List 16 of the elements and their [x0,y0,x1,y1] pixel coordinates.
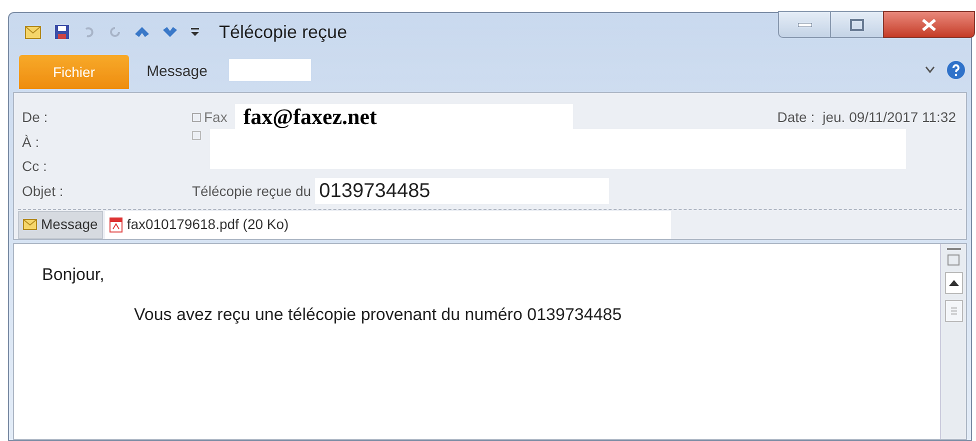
field-label: De : [22,108,49,126]
sender-name[interactable]: Fax [204,106,228,128]
ribbon-tab[interactable]: Message [129,55,225,89]
field-label: À : [22,132,40,152]
date-value: jeu. 09/11/2017 11:32 [822,108,956,127]
subject-text: Télécopie reçue du [192,182,312,201]
attachment-item[interactable]: fax010179618.pdf (20 Ko) [104,210,671,238]
sender-address[interactable]: fax@faxez.net [235,104,574,130]
message-tab[interactable]: Message [18,210,103,238]
subject-number: 0139734485 [315,178,610,204]
field-label: Date : [777,108,815,126]
field-label: Objet : [22,182,64,201]
field-label: Cc : [22,156,47,176]
message-text: Bonjour, [42,264,106,286]
window-title: Télécopie reçue [219,20,348,44]
message-text: Vous avez reçu une télécopie provenant du numéro 0139734485 [133,304,623,326]
